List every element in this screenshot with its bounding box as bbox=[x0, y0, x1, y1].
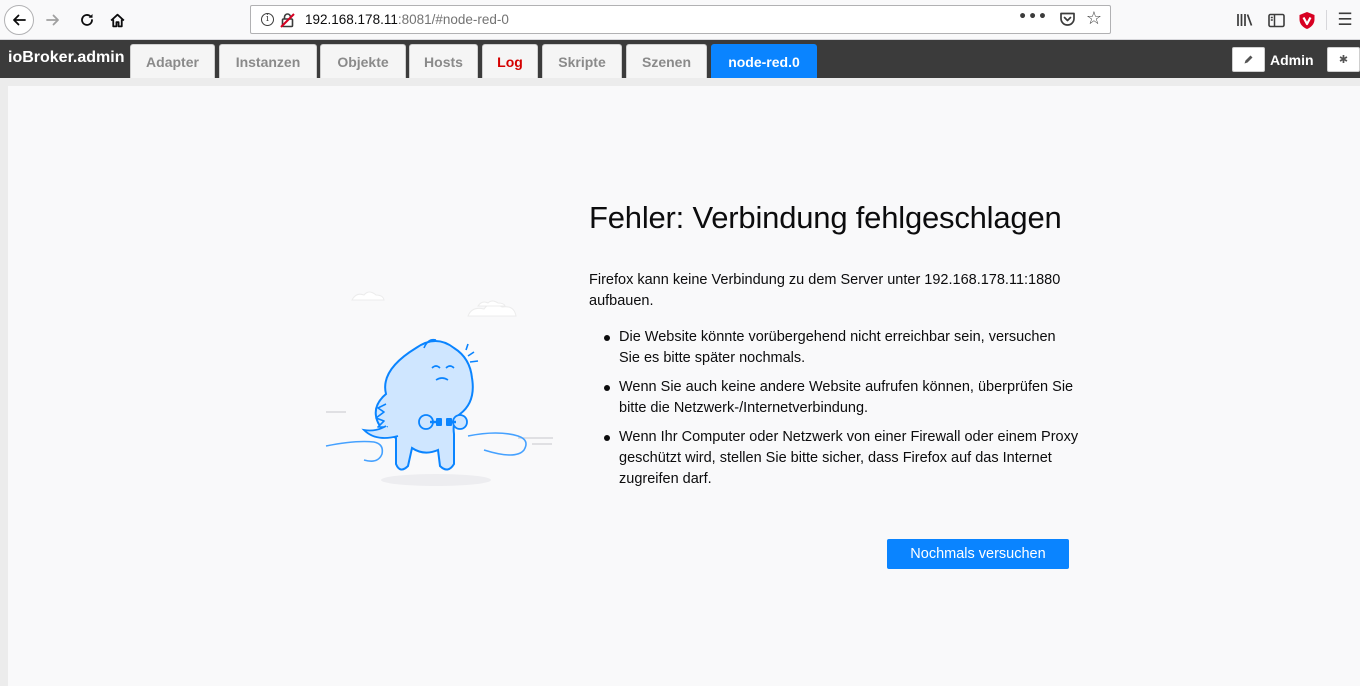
home-icon[interactable] bbox=[102, 5, 132, 35]
bullet-icon bbox=[604, 435, 610, 441]
shield-icon[interactable] bbox=[1296, 8, 1318, 32]
error-suggestions: Die Website könnte vorübergehend nicht e… bbox=[589, 327, 1079, 498]
sidebar-icon[interactable] bbox=[1266, 8, 1286, 32]
user-name[interactable]: Admin bbox=[1270, 52, 1314, 68]
reload-icon[interactable] bbox=[72, 5, 102, 35]
url-bar[interactable]: i 192.168.178.11:8081/#node-red-0 ••• ☆ bbox=[250, 5, 1111, 34]
suggestion-text: Wenn Sie auch keine andere Website aufru… bbox=[619, 379, 1074, 416]
gear-icon[interactable]: ✱ bbox=[1327, 47, 1360, 72]
bullet-icon bbox=[604, 335, 610, 341]
browser-toolbar: i 192.168.178.11:8081/#node-red-0 ••• ☆ … bbox=[0, 0, 1360, 40]
forward-arrow-icon[interactable] bbox=[38, 5, 68, 35]
list-item: Die Website könnte vorübergehend nicht e… bbox=[589, 327, 1079, 369]
frame-border-left bbox=[0, 78, 8, 686]
suggestion-text: Wenn Ihr Computer oder Netzwerk von eine… bbox=[619, 429, 1079, 487]
error-description: Firefox kann keine Verbindung zu dem Ser… bbox=[589, 272, 1061, 309]
retry-button[interactable]: Nochmals versuchen bbox=[887, 539, 1069, 569]
tab-instanzen[interactable]: Instanzen bbox=[219, 44, 317, 78]
tab-objekte[interactable]: Objekte bbox=[320, 44, 406, 78]
list-item: Wenn Ihr Computer oder Netzwerk von eine… bbox=[589, 427, 1079, 490]
url-text: 192.168.178.11:8081/#node-red-0 bbox=[305, 12, 509, 27]
tab-hosts[interactable]: Hosts bbox=[409, 44, 478, 78]
suggestion-text: Die Website könnte vorübergehend nicht e… bbox=[619, 329, 1056, 366]
tab-log[interactable]: Log bbox=[482, 44, 538, 78]
info-icon[interactable]: i bbox=[261, 13, 274, 26]
disconnected-dinosaur-illustration bbox=[325, 291, 553, 486]
insecure-lock-icon[interactable] bbox=[280, 12, 295, 28]
toolbar-separator bbox=[1326, 10, 1327, 30]
page-actions-button[interactable]: ••• bbox=[1018, 9, 1048, 25]
star-icon[interactable]: ☆ bbox=[1086, 8, 1102, 29]
library-icon[interactable] bbox=[1234, 8, 1256, 32]
tab-skripte[interactable]: Skripte bbox=[542, 44, 622, 78]
back-arrow-icon[interactable] bbox=[4, 5, 34, 35]
iobroker-brand[interactable]: ioBroker.admin bbox=[8, 49, 124, 67]
tab-adapter[interactable]: Adapter bbox=[130, 44, 215, 78]
url-host: 192.168.178.11 bbox=[305, 12, 398, 27]
bullet-icon bbox=[604, 385, 610, 391]
list-item: Wenn Sie auch keine andere Website aufru… bbox=[589, 377, 1079, 419]
pencil-icon[interactable] bbox=[1232, 47, 1265, 72]
pocket-icon[interactable] bbox=[1059, 11, 1076, 27]
url-path: :8081/#node-red-0 bbox=[397, 12, 509, 27]
error-title: Fehler: Verbindung fehlgeschlagen bbox=[589, 200, 1062, 235]
tab-node-red[interactable]: node-red.0 bbox=[711, 44, 817, 78]
hamburger-menu-icon[interactable]: ☰ bbox=[1336, 8, 1354, 32]
tab-szenen[interactable]: Szenen bbox=[626, 44, 707, 78]
frame-border-top bbox=[0, 78, 1360, 86]
